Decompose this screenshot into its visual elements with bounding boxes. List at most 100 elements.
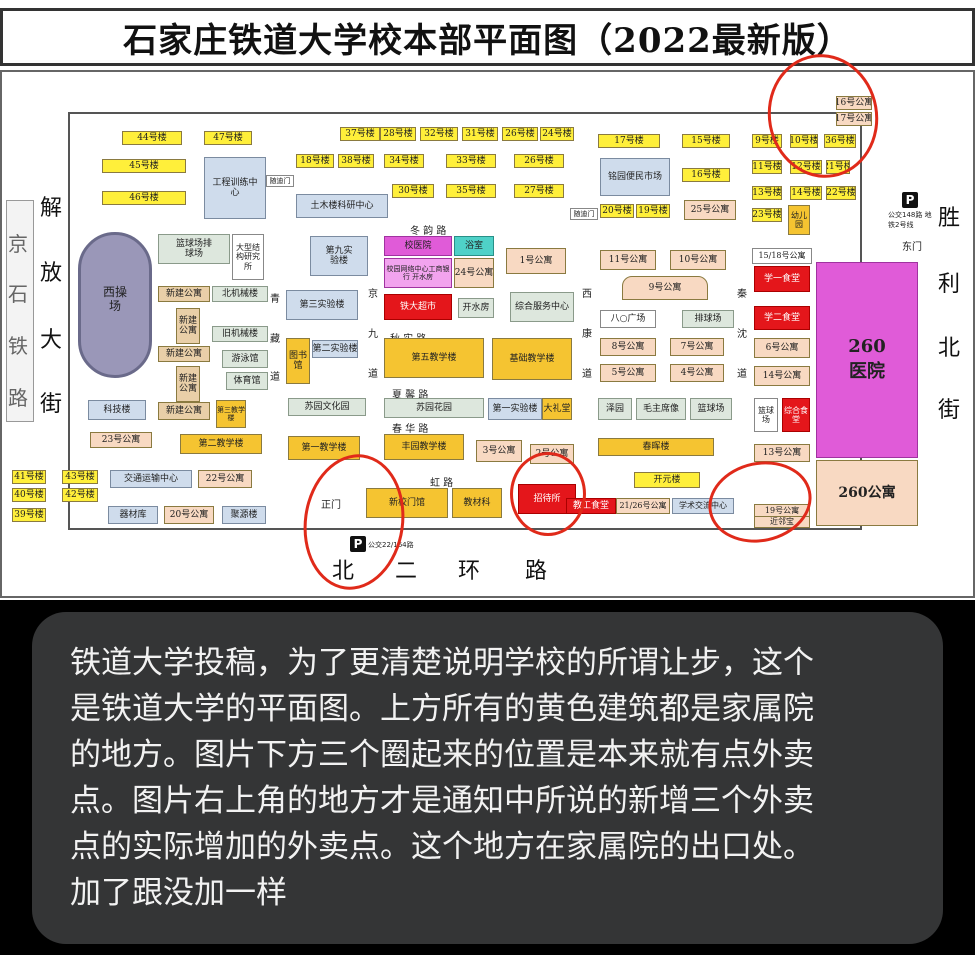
kindergarten: 幼儿园 <box>788 205 810 235</box>
qinshen-road-label-3: 道 <box>737 369 747 380</box>
apartment-9: 9号公寓 <box>622 276 708 300</box>
building-23: 23号楼 <box>752 208 782 222</box>
building-19: 19号楼 <box>636 204 670 218</box>
building-22: 22号楼 <box>826 186 856 200</box>
building-38: 38号楼 <box>338 154 374 168</box>
building-31: 31号楼 <box>462 127 498 141</box>
building-15: 15号楼 <box>682 134 730 148</box>
apartment-4: 4号公寓 <box>670 364 724 382</box>
large-structure-institute: 大型结构研究所 <box>232 234 264 280</box>
map-title-box: 石家庄铁道大学校本部平面图（2022最新版） <box>0 8 975 66</box>
apartment-14: 14号公寓 <box>754 366 810 386</box>
new-gate-hall: 新校门馆 <box>366 488 448 518</box>
apartment-10: 10号公寓 <box>670 250 726 270</box>
auditorium: 大礼堂 <box>542 398 572 420</box>
suyuan-culture-park: 苏园文化园 <box>288 398 366 416</box>
building-32: 32号楼 <box>420 127 458 141</box>
apartment-17: 17号公寓 <box>836 112 872 126</box>
chairman-mao-statue: 毛主席像 <box>636 398 686 420</box>
engineering-training-center: 工程训练中心 <box>204 157 266 219</box>
bathhouse: 浴室 <box>454 236 494 256</box>
qingcang-road-label-3: 道 <box>270 372 280 383</box>
xikang-road-label-1: 西 <box>582 289 592 300</box>
building-14: 14号楼 <box>790 186 822 200</box>
east-gate-label: 东门 <box>902 242 922 253</box>
apartment-21-26: 21/26号公寓 <box>616 498 670 514</box>
building-18: 18号楼 <box>296 154 334 168</box>
hospital-number: 260 <box>848 336 886 358</box>
building-13: 13号楼 <box>752 186 782 200</box>
chunhui-building: 春晖楼 <box>598 438 714 456</box>
qingcang-road-label-1: 青 <box>270 294 280 305</box>
boiling-water-room: 开水房 <box>458 298 494 318</box>
jiefang-street-label-4: 街 <box>40 392 63 417</box>
second-lab-building: 第二实验楼 <box>312 340 358 358</box>
map-title: 石家庄铁道大学校本部平面图（2022最新版） <box>123 20 852 61</box>
gate-label-small: 随迪门 <box>266 175 294 187</box>
jiefang-street-label-1: 解 <box>40 196 63 221</box>
building-27: 27号楼 <box>514 184 564 198</box>
apartment-3: 3号公寓 <box>476 440 522 462</box>
staff-canteen: 教工食堂 <box>566 498 616 514</box>
apartment-25: 25号公寓 <box>684 200 736 220</box>
apartment-5: 5号公寓 <box>600 364 656 382</box>
jingshi-road-label-2: 石 <box>8 282 28 306</box>
jingjiu-road-label-3: 道 <box>368 369 378 380</box>
beierhuan-road-label-3: 环 <box>458 559 481 584</box>
apartment-16: 16号公寓 <box>836 96 872 110</box>
parking-icon-south: P <box>350 536 366 552</box>
basic-teaching-building: 基础教学楼 <box>492 338 572 380</box>
shengli-street-label-4: 街 <box>938 398 961 423</box>
building-26-north: 26号楼 <box>502 127 538 141</box>
building-42: 42号楼 <box>62 488 98 502</box>
beierhuan-road-label-4: 路 <box>525 559 548 584</box>
apartment-20: 20号公寓 <box>164 506 214 524</box>
jingshi-road-label-4: 路 <box>8 386 28 410</box>
old-mechanical-building: 旧机械楼 <box>212 326 268 342</box>
building-36: 36号楼 <box>824 134 856 148</box>
apartment-260: 260公寓 <box>816 460 918 526</box>
beierhuan-road-label-2: 二 <box>395 559 418 584</box>
campus-map: 石家庄铁道大学校本部平面图（2022最新版） 京 石 铁 路 解 放 大 街 胜… <box>0 0 975 600</box>
jingjiu-road-label-2: 九 <box>368 329 378 340</box>
new-apartment-3: 新建公寓 <box>158 346 210 362</box>
xikang-road-label-2: 康 <box>582 329 592 340</box>
apartment-7: 7号公寓 <box>670 338 724 356</box>
building-40: 40号楼 <box>12 488 46 502</box>
gymnasium: 体育馆 <box>226 372 268 390</box>
gate-label-middle: 随迪门 <box>570 208 598 220</box>
juyuan-building: 聚源楼 <box>222 506 266 524</box>
apartment-8: 8号公寓 <box>600 338 656 356</box>
third-teaching-building: 第三教学楼 <box>216 400 246 428</box>
basketball-volleyball-court: 篮球场排球场 <box>158 234 230 264</box>
apartment-13: 13号公寓 <box>754 444 810 462</box>
volleyball-court: 排球场 <box>682 310 734 328</box>
building-45: 45号楼 <box>102 159 186 173</box>
qinshen-road-label-1: 秦 <box>737 289 747 300</box>
jiefang-street-label-2: 放 <box>40 261 63 286</box>
east-transit-note: 公交148路 地铁2号线 <box>888 211 932 229</box>
new-apartment-5: 新建公寓 <box>158 402 210 420</box>
new-apartment-1: 新建公寓 <box>158 286 210 302</box>
south-transit-note: 公交22/164路 <box>368 541 414 549</box>
chunhua-road-label: 春 华 路 <box>392 424 429 435</box>
caption-bubble: 铁道大学投稿，为了更清楚说明学校的所谓让步，这个 是铁道大学的平面图。上方所有的… <box>32 612 943 944</box>
building-16: 16号楼 <box>682 168 730 182</box>
shengli-street-label-1: 胜 <box>938 206 961 231</box>
comprehensive-canteen: 综合食堂 <box>782 398 810 432</box>
building-44: 44号楼 <box>122 131 182 145</box>
jingshi-road-label-3: 铁 <box>8 334 28 358</box>
hong-road-label: 虹 路 <box>430 478 454 489</box>
building-11: 11号楼 <box>752 160 782 174</box>
bayi-square: 八○广场 <box>600 310 656 328</box>
shengli-street-label-3: 北 <box>938 336 961 361</box>
qingcang-road-label-2: 藏 <box>270 334 280 345</box>
caption-text: 铁道大学投稿，为了更清楚说明学校的所谓让步，这个 是铁道大学的平面图。上方所有的… <box>70 645 814 911</box>
building-9: 9号楼 <box>752 134 782 148</box>
beierhuan-road-label-1: 北 <box>332 559 355 584</box>
west-playground-label: 西操场 <box>102 285 127 313</box>
student-canteen-1: 学一食堂 <box>754 266 810 292</box>
jingshi-road-label-1: 京 <box>8 232 28 256</box>
north-mechanical-building: 北机械楼 <box>212 286 268 302</box>
basketball-court: 篮球场 <box>690 398 732 420</box>
